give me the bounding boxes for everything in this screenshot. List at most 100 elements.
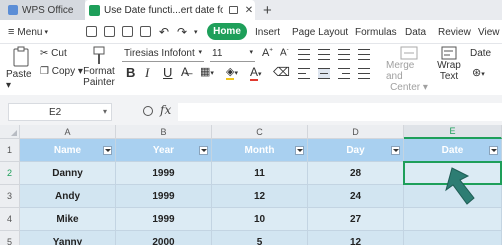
- table-cell[interactable]: 1999: [116, 162, 212, 185]
- open-file-icon[interactable]: [86, 26, 97, 37]
- wps-logo-icon: [8, 5, 18, 15]
- currency-icon[interactable]: ⊛▾: [472, 66, 485, 79]
- row-header-5[interactable]: 5: [0, 231, 20, 245]
- header-cell-day[interactable]: Day: [308, 139, 404, 162]
- borders-icon[interactable]: ▦▾: [200, 65, 214, 78]
- print-icon[interactable]: [122, 26, 133, 37]
- column-header-d[interactable]: D: [308, 125, 404, 139]
- table-cell[interactable]: 12: [308, 231, 404, 245]
- number-format-value: Date: [470, 48, 492, 59]
- align-left-icon[interactable]: [298, 68, 310, 79]
- tab-page-layout[interactable]: Page Layout: [292, 20, 348, 44]
- align-center-icon[interactable]: [318, 68, 330, 79]
- justify-icon[interactable]: [358, 68, 370, 79]
- filter-dropdown-icon[interactable]: [295, 146, 304, 155]
- copy-button[interactable]: ❐ Copy ▾: [40, 66, 83, 77]
- merge-center-button[interactable]: Merge and Center ▾: [386, 46, 432, 93]
- align-bottom-icon[interactable]: [338, 49, 350, 60]
- table-cell[interactable]: Mike: [20, 208, 116, 231]
- save-icon[interactable]: [104, 26, 115, 37]
- align-middle-icon[interactable]: [318, 49, 330, 60]
- tab-home[interactable]: Home: [207, 23, 247, 40]
- cut-button[interactable]: ✂ Cut: [40, 48, 67, 59]
- underline-button[interactable]: U: [163, 65, 172, 80]
- table-cell[interactable]: 10: [212, 208, 308, 231]
- font-color-icon[interactable]: A▾: [250, 65, 262, 81]
- table-cell[interactable]: 5: [212, 231, 308, 245]
- name-box[interactable]: E2 ▾: [8, 103, 112, 121]
- row-header-4[interactable]: 4: [0, 208, 20, 231]
- column-header-a[interactable]: A: [20, 125, 116, 139]
- table-cell[interactable]: [404, 208, 502, 231]
- wrap-label-2: Text: [439, 71, 459, 82]
- clear-format-icon[interactable]: ⌫: [273, 65, 290, 79]
- font-size-select[interactable]: 11 ▾: [210, 46, 255, 62]
- menu-button[interactable]: ≡ Menu ▾: [8, 20, 48, 44]
- italic-button[interactable]: I: [145, 65, 149, 81]
- table-cell[interactable]: 1999: [116, 185, 212, 208]
- filter-dropdown-icon[interactable]: [199, 146, 208, 155]
- table-cell[interactable]: 11: [212, 162, 308, 185]
- tab-formulas[interactable]: Formulas: [355, 20, 397, 44]
- header-cell-year[interactable]: Year: [116, 139, 212, 162]
- align-top-icon[interactable]: [298, 49, 310, 60]
- table-cell[interactable]: 2000: [116, 231, 212, 245]
- filter-dropdown-icon[interactable]: [489, 146, 498, 155]
- print-preview-icon[interactable]: [140, 26, 151, 37]
- tab-insert[interactable]: Insert: [255, 20, 280, 44]
- chevron-down-icon: ▾: [249, 49, 253, 56]
- table-cell[interactable]: [404, 231, 502, 245]
- row-header-3[interactable]: 3: [0, 185, 20, 208]
- decrease-font-icon[interactable]: A-: [280, 47, 289, 58]
- table-cell[interactable]: 27: [308, 208, 404, 231]
- formula-input[interactable]: [178, 103, 502, 121]
- new-tab-button[interactable]: +: [263, 0, 272, 20]
- wps-office-tab[interactable]: WPS Office: [0, 0, 85, 20]
- hamburger-icon: ≡: [8, 26, 15, 38]
- tab-data[interactable]: Data: [405, 20, 426, 44]
- filter-dropdown-icon[interactable]: [391, 146, 400, 155]
- tab-review[interactable]: Review: [438, 20, 471, 44]
- tab-view[interactable]: View: [478, 20, 500, 44]
- indent-icon[interactable]: [358, 49, 370, 60]
- align-right-icon[interactable]: [338, 68, 350, 79]
- column-header-c[interactable]: C: [212, 125, 308, 139]
- header-cell-name[interactable]: Name: [20, 139, 116, 162]
- zoom-search-icon[interactable]: [143, 106, 153, 116]
- table-cell[interactable]: 12: [212, 185, 308, 208]
- increase-font-icon[interactable]: A+: [262, 47, 273, 59]
- column-header-b[interactable]: B: [116, 125, 212, 139]
- fx-icon[interactable]: fx: [160, 103, 171, 117]
- header-cell-month[interactable]: Month: [212, 139, 308, 162]
- table-cell[interactable]: Andy: [20, 185, 116, 208]
- bold-button[interactable]: B: [126, 65, 135, 80]
- header-cell-date[interactable]: Date: [404, 139, 502, 162]
- chevron-down-icon: ▾: [198, 49, 202, 56]
- redo-icon[interactable]: ↷: [177, 20, 187, 44]
- table-cell[interactable]: 1999: [116, 208, 212, 231]
- table-cell[interactable]: 28: [308, 162, 404, 185]
- column-header-e[interactable]: E: [404, 125, 502, 139]
- undo-icon[interactable]: ↶: [159, 20, 169, 44]
- strikethrough-icon[interactable]: A̶: [181, 65, 189, 79]
- chevron-down-icon: ▾: [44, 29, 48, 36]
- font-name-select[interactable]: Tiresias Infofont ▾: [122, 46, 204, 62]
- quick-access-dropdown-icon[interactable]: ▾: [194, 20, 198, 44]
- table-cell[interactable]: 24: [308, 185, 404, 208]
- document-tab[interactable]: Use Date functi...ert date format ✕: [85, 0, 255, 20]
- window-icon[interactable]: [227, 4, 239, 16]
- number-format-select[interactable]: Date: [470, 48, 491, 59]
- fill-color-icon[interactable]: ◈▾: [226, 65, 238, 80]
- header-cell-label: Month: [244, 144, 275, 156]
- close-tab-icon[interactable]: ✕: [243, 4, 255, 16]
- filter-dropdown-icon[interactable]: [103, 146, 112, 155]
- paste-button[interactable]: Paste ▾: [6, 46, 36, 91]
- row-header-2[interactable]: 2: [0, 162, 20, 185]
- cell-reference: E2: [49, 106, 62, 118]
- table-cell[interactable]: Yanny: [20, 231, 116, 245]
- row-header-1[interactable]: 1: [0, 139, 20, 162]
- wrap-text-button[interactable]: Wrap Text: [436, 46, 462, 82]
- select-all-corner[interactable]: [0, 125, 20, 139]
- format-painter-button[interactable]: Format Painter: [82, 46, 116, 88]
- table-cell[interactable]: Danny: [20, 162, 116, 185]
